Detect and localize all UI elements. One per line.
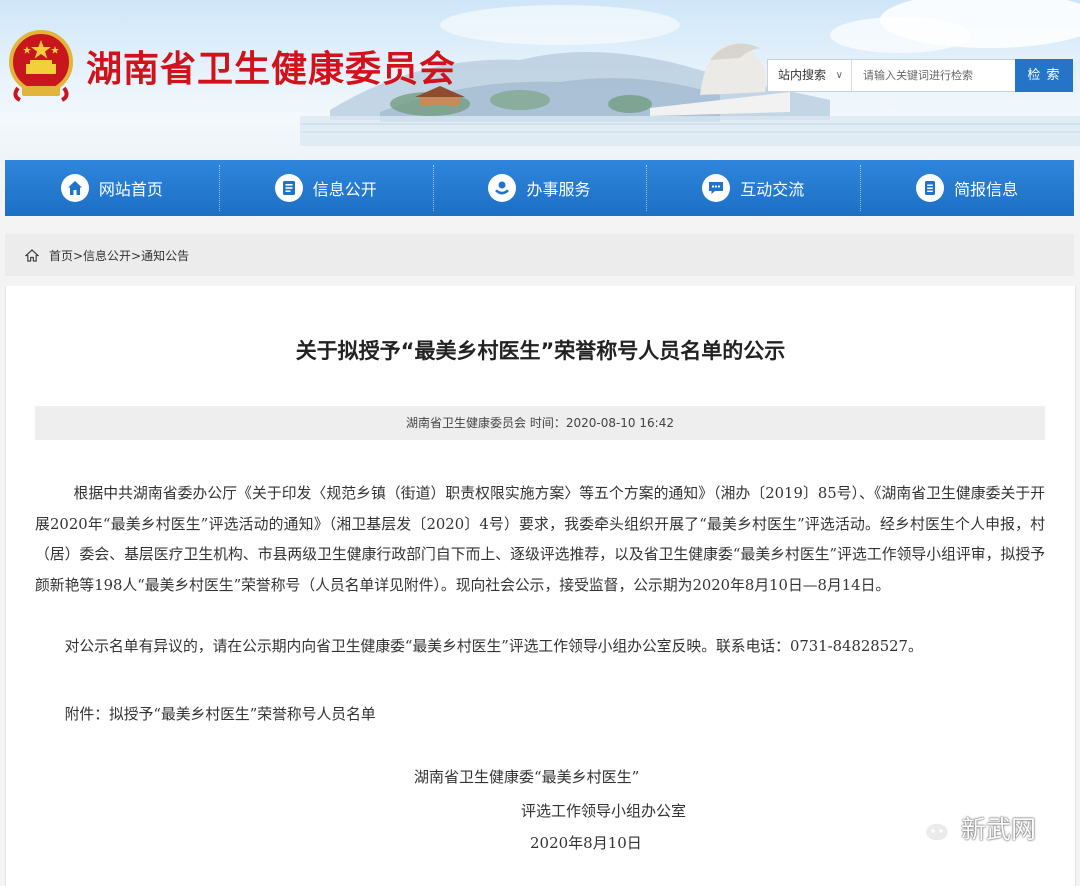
service-icon [488, 174, 517, 202]
nav-item-label: 信息公开 [312, 180, 377, 199]
search-scope-select[interactable]: 站内搜索 ∨ [768, 60, 852, 91]
search-box: 站内搜索 ∨ 请输入关键词进行检索 检 索 [767, 59, 1073, 92]
signature-date: 2020年8月10日 [530, 834, 642, 852]
article-paragraph: 对公示名单有异议的，请在公示期内向省卫生健康委“最美乡村医生”评选工作领导小组办… [64, 638, 923, 655]
site-title[interactable]: 湖南省卫生健康委员会 [86, 40, 456, 92]
article-meta: 湖南省卫生健康委员会 时间：2020-08-10 16:42 [35, 406, 1045, 440]
nav-item-label: 互动交流 [740, 180, 805, 199]
nav-item-services[interactable]: 办事服务 [432, 160, 647, 216]
home-outline-icon[interactable] [25, 248, 39, 262]
wechat-icon [907, 811, 953, 845]
national-emblem-icon [9, 30, 73, 102]
nav-item-label: 简报信息 [954, 180, 1019, 199]
breadcrumb: 首页>信息公开>通知公告 [5, 234, 1074, 276]
nav-item-label: 办事服务 [526, 180, 591, 199]
article-paragraph: 根据中共湖南省委办公厅《关于印发〈规范乡镇（街道）职责权限实施方案〉等五个方案的… [35, 485, 1045, 594]
nav-item-label: 网站首页 [98, 180, 163, 199]
article-title: 关于拟授予“最美乡村医生”荣誉称号人员名单的公示 [295, 339, 786, 363]
nav-item-home[interactable]: 网站首页 [5, 160, 219, 216]
briefing-icon [916, 174, 945, 202]
signature-line-2: 评选工作领导小组办公室 [521, 802, 687, 820]
site-header: 湖南省卫生健康委员会 站内搜索 ∨ 请输入关键词进行检索 检 索 [0, 0, 1080, 158]
article-panel: 关于拟授予“最美乡村医生”荣誉称号人员名单的公示 湖南省卫生健康委员会 时间：2… [5, 286, 1076, 886]
nav-item-briefing[interactable]: 简报信息 [860, 160, 1074, 216]
nav-item-info-disclosure[interactable]: 信息公开 [218, 160, 433, 216]
signature-line-1: 湖南省卫生健康委“最美乡村医生” [414, 768, 640, 786]
wechat-watermark: 新武网 [907, 810, 1036, 846]
search-scope-label: 站内搜索 [778, 68, 827, 82]
chevron-down-icon: ∨ [835, 70, 843, 81]
home-icon [60, 174, 89, 202]
main-nav: 网站首页 信息公开 办事服务 互动交流 简报信息 [5, 160, 1074, 216]
document-icon [274, 174, 303, 202]
search-input[interactable]: 请输入关键词进行检索 [853, 60, 1015, 91]
watermark-text: 新武网 [961, 815, 1037, 844]
chat-icon [702, 174, 731, 202]
search-button[interactable]: 检 索 [1015, 59, 1073, 92]
nav-item-interaction[interactable]: 互动交流 [646, 160, 860, 216]
breadcrumb-path[interactable]: 首页>信息公开>通知公告 [49, 247, 189, 264]
search-placeholder: 请输入关键词进行检索 [863, 69, 973, 82]
attachment-link[interactable]: 附件：拟授予“最美乡村医生”荣誉称号人员名单 [35, 700, 1045, 731]
